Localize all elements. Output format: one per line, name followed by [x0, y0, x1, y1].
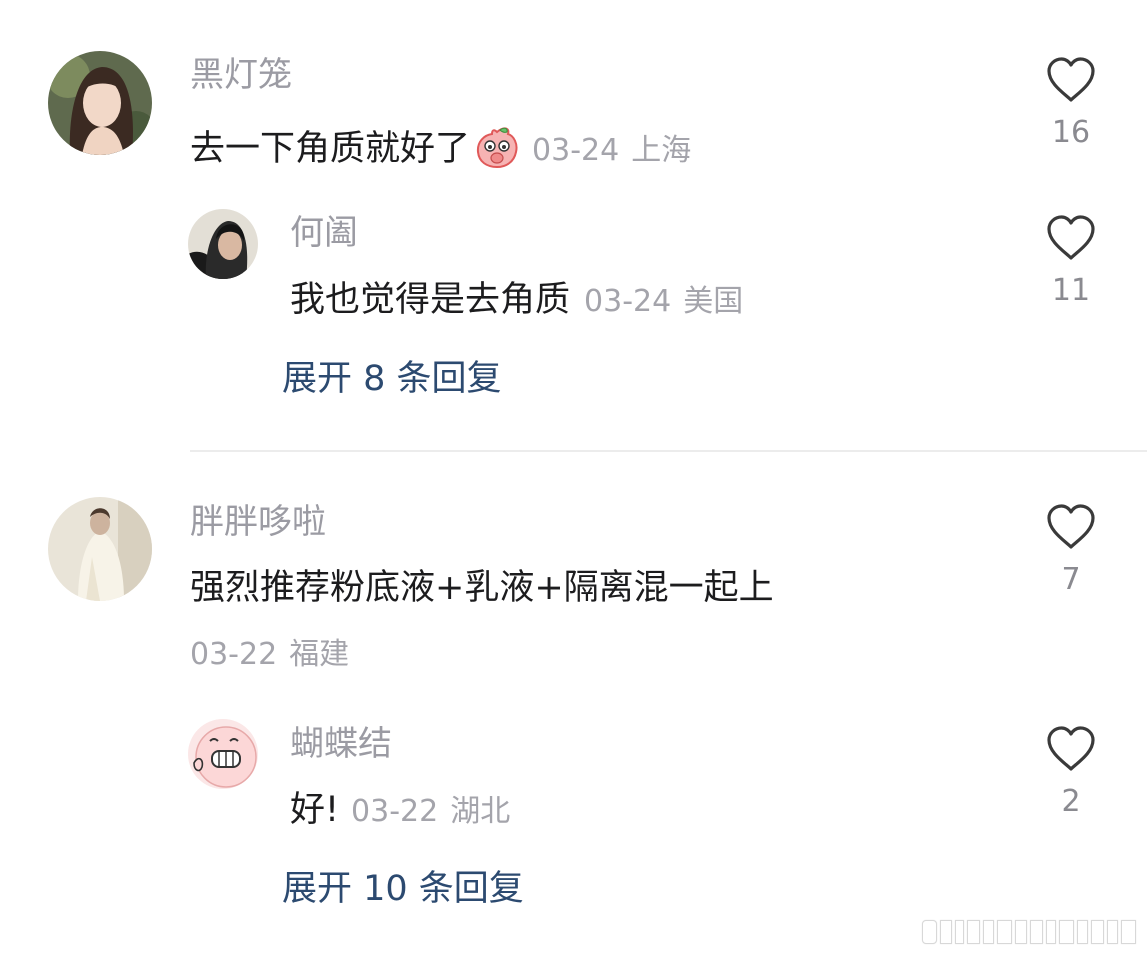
comment-text-line: 好! 03-22 湖北 [290, 793, 510, 828]
avatar[interactable] [48, 497, 152, 601]
comment-text: 我也觉得是去角质 [290, 280, 571, 320]
divider [190, 450, 1147, 452]
heart-outline-icon [1047, 504, 1095, 549]
username[interactable]: 蝴蝶结 [290, 727, 392, 761]
comment-date: 03-24 [584, 284, 672, 319]
heart-outline-icon [1047, 57, 1095, 102]
comment-meta: 03-22 福建 [190, 640, 349, 670]
username[interactable]: 黑灯笼 [190, 58, 292, 92]
comment-date: 03-22 [190, 637, 278, 672]
like-count: 16 [1051, 115, 1091, 150]
peach-face-emoji [477, 127, 518, 168]
username[interactable]: 胖胖哆啦 [190, 505, 326, 539]
comment-text-line: 去一下角质就好了 03-24 上海 [190, 126, 691, 168]
comment-location: 福建 [289, 637, 350, 672]
avatar[interactable] [188, 209, 258, 279]
comment-text: 好! [290, 790, 340, 830]
like-count: 11 [1051, 273, 1091, 308]
watermark [922, 917, 1136, 947]
comment-location: 美国 [683, 284, 744, 319]
comment-date: 03-24 [532, 133, 620, 168]
heart-outline-icon [1047, 215, 1095, 260]
comment-text-line: 我也觉得是去角质 03-24 美国 [290, 283, 743, 318]
like-count: 7 [1061, 562, 1081, 597]
comment-date: 03-22 [351, 794, 439, 829]
heart-outline-icon [1047, 726, 1095, 771]
expand-replies-button[interactable]: 展开 10 条回复 [282, 872, 524, 907]
like-button[interactable]: 11 [1036, 214, 1106, 306]
avatar[interactable] [188, 719, 258, 789]
comment-location: 上海 [631, 133, 692, 168]
like-button[interactable]: 7 [1036, 503, 1106, 595]
avatar[interactable] [48, 51, 152, 155]
username[interactable]: 何阖 [290, 216, 358, 250]
like-button[interactable]: 2 [1036, 725, 1106, 817]
expand-replies-button[interactable]: 展开 8 条回复 [282, 362, 502, 397]
comment-text: 去一下角质就好了 [190, 129, 471, 169]
like-count: 2 [1061, 784, 1081, 819]
comment-location: 湖北 [450, 794, 511, 829]
like-button[interactable]: 16 [1036, 56, 1106, 148]
comment-text: 强烈推荐粉底液+乳液+隔离混一起上 [190, 568, 774, 608]
